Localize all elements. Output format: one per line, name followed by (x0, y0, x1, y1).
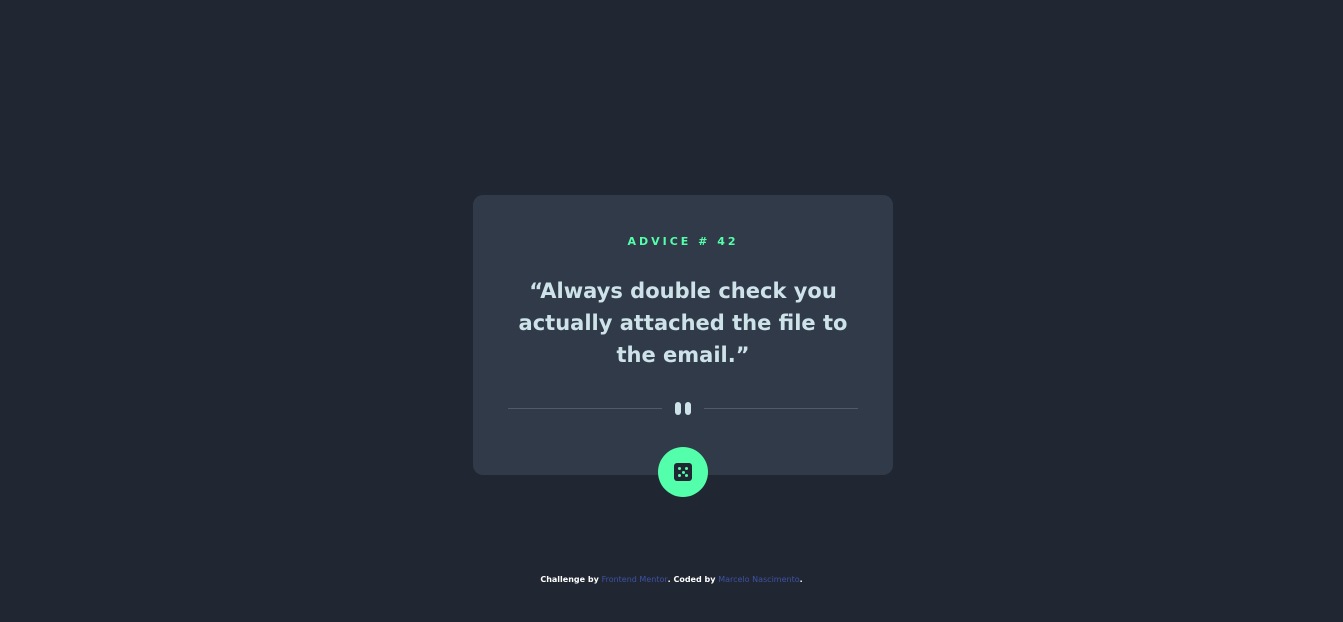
divider (508, 402, 858, 416)
divider-line-right (704, 408, 858, 409)
pause-bar-right (685, 402, 691, 415)
dice-icon (674, 463, 692, 481)
pause-icon (674, 402, 692, 416)
advice-card: ADVICE # 42 “Always double check you act… (473, 195, 893, 475)
pause-bar-left (675, 402, 681, 415)
new-advice-button[interactable] (658, 447, 708, 497)
attribution-suffix: . (799, 575, 803, 584)
advice-id-label: ADVICE # 42 (627, 235, 739, 248)
advice-quote: “Always double check you actually attach… (518, 279, 848, 367)
attribution-middle: . Coded by (667, 575, 719, 584)
frontend-mentor-link[interactable]: Frontend Mentor (602, 575, 668, 584)
attribution-prefix: Challenge by (540, 575, 602, 584)
attribution: Challenge by Frontend Mentor. Coded by M… (0, 575, 1343, 584)
author-link[interactable]: Marcelo Nascimento (718, 575, 799, 584)
divider-line-left (508, 408, 662, 409)
